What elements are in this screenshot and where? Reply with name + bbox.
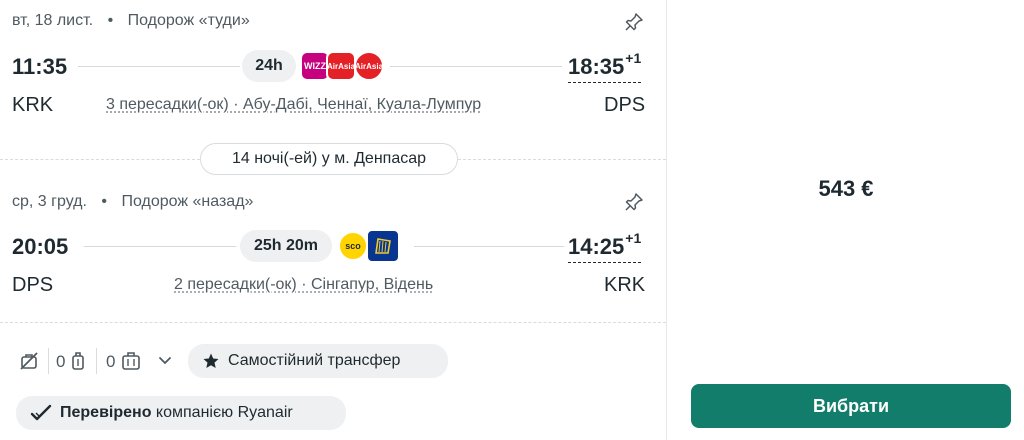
price: 543 €: [818, 176, 874, 201]
verified-text: Перевірено компанією Ryanair: [60, 404, 293, 421]
checkmark-icon: [30, 404, 52, 421]
inbound-departure-code: DPS: [12, 274, 54, 296]
inbound-departure-time: 20:05: [12, 234, 69, 259]
outbound-date: вт, 18 лист.: [12, 12, 94, 29]
outbound-departure-time: 11:35: [12, 54, 68, 79]
price-panel: 543 € Вибрати: [666, 0, 1024, 440]
separator-dot: •: [107, 12, 114, 29]
outbound-arrival-code: DPS: [604, 94, 646, 116]
itinerary-card: вт, 18 лист. • Подорож «туди» 11:35 24h …: [0, 0, 666, 440]
divider: [96, 348, 97, 374]
stay-duration-badge: 14 ночі(-ей) у м. Денпасар: [200, 143, 458, 175]
divider: [458, 159, 666, 160]
inbound-arrival-time: 14:25+1: [568, 230, 642, 263]
checked-bag-icon: [122, 352, 140, 370]
route-line: [84, 246, 236, 247]
divider: [48, 348, 49, 374]
separator-dot: •: [101, 193, 107, 210]
route-line: [78, 66, 240, 67]
outbound-departure-code: KRK: [12, 94, 54, 116]
no-personal-item-icon: [20, 352, 38, 370]
outbound-arrival-time: 18:35+1: [568, 50, 642, 83]
scoot-logo: sco: [338, 231, 368, 261]
inbound-arrival-code: KRK: [604, 274, 646, 296]
route-line: [390, 66, 562, 67]
airasia-logo: AirAsia: [326, 51, 356, 81]
verified-badge[interactable]: Перевірено компанією Ryanair: [16, 396, 346, 430]
divider: [0, 159, 200, 160]
cabin-bag-icon: [72, 352, 84, 370]
star-icon: [203, 353, 219, 368]
inbound-label: Подорож «назад»: [121, 193, 254, 210]
pin-icon[interactable]: [624, 12, 644, 32]
inbound-stops[interactable]: 2 пересадки(-ок) · Сінгапур, Відень: [174, 276, 433, 294]
self-transfer-badge[interactable]: Самостійний трансфер: [188, 344, 448, 378]
outbound-stops[interactable]: 3 пересадки(-ок) · Абу-Дабі, Ченнаї, Куа…: [106, 96, 481, 114]
chevron-down-icon[interactable]: [158, 354, 172, 368]
outbound-header: вт, 18 лист. • Подорож «туди»: [12, 12, 250, 30]
inbound-duration: 25h 20m: [240, 230, 332, 262]
cabin-bag-count: 0: [56, 352, 66, 371]
self-transfer-label: Самостійний трансфер: [228, 352, 401, 369]
route-line: [414, 246, 564, 247]
outbound-duration: 24h: [242, 50, 296, 82]
pin-icon[interactable]: [624, 192, 644, 212]
inbound-date: ср, 3 груд.: [12, 193, 87, 210]
outbound-label: Подорож «туди»: [127, 12, 250, 29]
ryanair-logo: [366, 229, 400, 263]
inbound-header: ср, 3 груд. • Подорож «назад»: [12, 193, 253, 211]
divider: [0, 322, 666, 323]
select-button[interactable]: Вибрати: [691, 384, 1011, 428]
checked-bag-count: 0: [106, 352, 116, 371]
harp-icon: [375, 238, 391, 254]
airasia-logo: AirAsia: [354, 51, 384, 81]
